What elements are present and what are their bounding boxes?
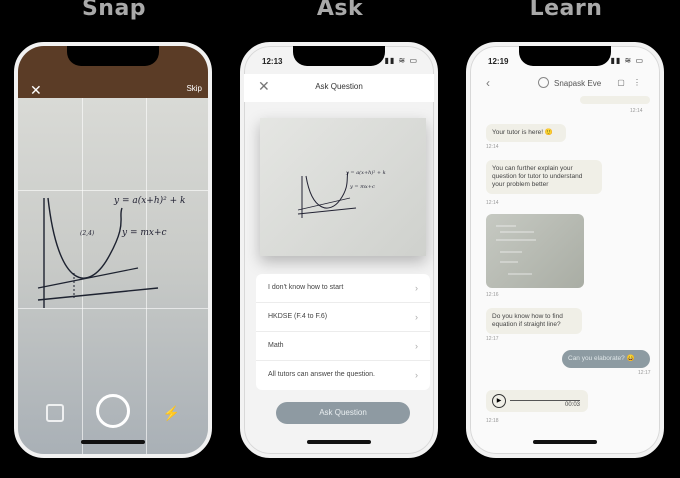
play-icon[interactable]: ▶ xyxy=(492,394,506,408)
phone-notch xyxy=(67,46,159,66)
skip-button[interactable]: Skip xyxy=(186,84,202,93)
chat-bubble: You can further explain your question fo… xyxy=(486,160,602,194)
flash-icon[interactable]: ⚡ xyxy=(163,405,180,422)
image-message[interactable] xyxy=(486,214,584,288)
message-time: 12:17 xyxy=(638,370,651,376)
snap-phone: y = a(x+h)² + k y = mx+c (2,4) ✕ Skip ⚡ xyxy=(14,42,212,458)
option-label: All tutors can answer the question. xyxy=(268,371,376,378)
point-label: (2,4) xyxy=(80,230,95,237)
shutter-button[interactable] xyxy=(96,394,130,428)
option-label: HKDSE (F.4 to F.6) xyxy=(268,313,328,320)
graph-sketch xyxy=(297,171,357,218)
phone-notch xyxy=(519,46,611,66)
chat-nav-bar: ‹ Snapask Eve ▢ ⋮ xyxy=(470,74,660,96)
message-time: 12:14 xyxy=(630,108,643,114)
learn-phone: 12:19 ▮▮ ≋ ▭ ‹ Snapask Eve ▢ ⋮ 12:14 You… xyxy=(466,42,664,458)
chat-bubble-partial xyxy=(580,96,650,104)
option-row[interactable]: I don't know how to start › xyxy=(256,274,430,303)
ask-phone: 12:13 ▮▮ ≋ ▭ ✕ Ask Question y = a(x+h)² … xyxy=(240,42,438,458)
question-photo[interactable]: y = a(x+h)² + k y = mx+c xyxy=(260,118,426,256)
chevron-right-icon: › xyxy=(415,341,418,351)
equation-curve: y = a(x+h)² + k xyxy=(114,196,186,206)
ask-nav-bar: ✕ Ask Question xyxy=(244,74,434,102)
equation-curve: y = a(x+h)² + k xyxy=(346,170,386,176)
equation-line: y = mx+c xyxy=(350,184,375,190)
option-label: I don't know how to start xyxy=(268,284,344,291)
heading-learn: Learn xyxy=(529,0,603,21)
home-indicator xyxy=(307,440,371,444)
audio-track[interactable] xyxy=(510,400,580,401)
chevron-right-icon: › xyxy=(415,283,418,293)
audio-message[interactable]: ▶ 00:03 xyxy=(486,390,588,412)
ask-question-button[interactable]: Ask Question xyxy=(276,402,410,424)
home-indicator xyxy=(533,440,597,444)
option-row[interactable]: Math › xyxy=(256,332,430,361)
message-time: 12:16 xyxy=(486,292,499,298)
message-time: 12:18 xyxy=(486,418,499,424)
status-time: 12:19 xyxy=(488,57,509,66)
close-icon[interactable]: ✕ xyxy=(30,82,42,99)
equation-line: y = mx+c xyxy=(122,228,167,238)
option-row[interactable]: All tutors can answer the question. › xyxy=(256,361,430,390)
chevron-right-icon: › xyxy=(415,370,418,380)
tutor-name: Snapask Eve xyxy=(554,79,602,88)
gallery-icon[interactable] xyxy=(46,404,64,422)
phone-notch xyxy=(293,46,385,66)
option-label: Math xyxy=(268,342,284,349)
heading-snap: Snap xyxy=(81,0,147,21)
status-icons: ▮▮ ≋ ▭ xyxy=(610,56,644,65)
avatar xyxy=(538,77,549,88)
menu-icon[interactable]: ▢ ⋮ xyxy=(617,78,644,87)
page-title: Ask Question xyxy=(315,82,363,91)
home-indicator xyxy=(81,440,145,444)
message-time: 12:14 xyxy=(486,144,499,150)
option-row[interactable]: HKDSE (F.4 to F.6) › xyxy=(256,303,430,332)
question-options: I don't know how to start › HKDSE (F.4 to… xyxy=(256,274,430,390)
heading-ask: Ask xyxy=(316,0,364,21)
audio-duration: 00:03 xyxy=(564,402,580,408)
back-icon[interactable]: ‹ xyxy=(486,76,490,90)
chat-bubble: Do you know how to find equation if stra… xyxy=(486,308,582,334)
message-time: 12:17 xyxy=(486,336,499,342)
message-time: 12:14 xyxy=(486,200,499,206)
chevron-right-icon: › xyxy=(415,312,418,322)
chat-bubble: Your tutor is here! 🙂 xyxy=(486,124,566,142)
chat-bubble-mine: Can you elaborate? 😄 xyxy=(562,350,650,368)
handwriting-sketch xyxy=(496,225,536,275)
status-time: 12:13 xyxy=(262,57,283,66)
status-icons: ▮▮ ≋ ▭ xyxy=(384,56,418,65)
